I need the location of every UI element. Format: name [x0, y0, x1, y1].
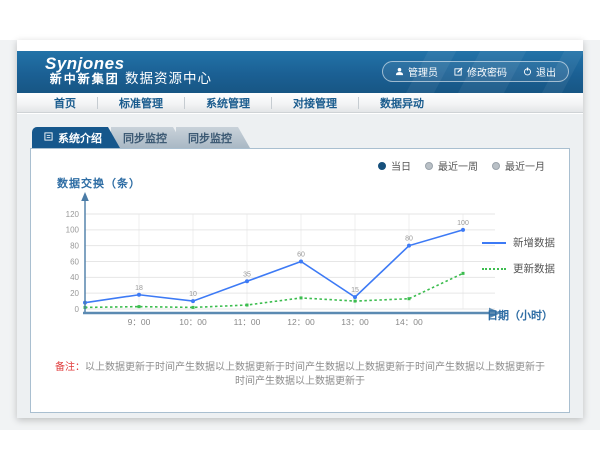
radio-option-3[interactable]: 最近一月 — [492, 158, 545, 173]
svg-text:100: 100 — [66, 226, 80, 235]
tab-label: 系统介绍 — [58, 130, 102, 146]
x-axis-title: 日期（小时） — [487, 307, 553, 323]
radio-label: 当日 — [391, 158, 411, 173]
nav-item-4[interactable]: 对接管理 — [272, 95, 358, 111]
nav-item-2[interactable]: 标准管理 — [98, 95, 184, 111]
svg-text:60: 60 — [297, 252, 305, 259]
tab-2[interactable]: 同步监控 — [111, 127, 185, 148]
svg-text:0: 0 — [75, 305, 80, 314]
company-logo: Synjones 新中新集团 — [45, 55, 125, 85]
tab-label: 同步监控 — [188, 130, 232, 146]
tab-3[interactable]: 同步监控 — [176, 127, 250, 148]
svg-text:9：00: 9：00 — [128, 317, 151, 327]
time-range-filter: 当日 最近一周 最近一月 — [378, 158, 545, 173]
logout-button[interactable]: 退出 — [523, 64, 556, 79]
nav-item-5[interactable]: 数据异动 — [359, 95, 445, 111]
svg-text:40: 40 — [70, 273, 79, 282]
svg-text:12：00: 12：00 — [287, 317, 315, 327]
svg-text:11：00: 11：00 — [234, 317, 261, 327]
user-icon — [395, 67, 404, 76]
svg-text:80: 80 — [405, 236, 413, 243]
footnote: 备注：以上数据更新于时间产生数据以上数据更新于时间产生数据以上数据更新于时间产生… — [31, 361, 569, 389]
legend-line-sample — [482, 242, 506, 244]
header-bar: Synjones 新中新集团 数据资源中心 管理员 修改密码 — [17, 51, 583, 93]
power-icon — [523, 67, 532, 76]
page: Synjones 新中新集团 数据资源中心 管理员 修改密码 — [17, 40, 583, 418]
legend-item-1: 新增数据 — [482, 235, 555, 250]
app-viewport: Synjones 新中新集团 数据资源中心 管理员 修改密码 — [0, 40, 600, 430]
radio-dot — [378, 162, 386, 170]
radio-option-1[interactable]: 当日 — [378, 158, 411, 173]
current-user-button[interactable]: 管理员 — [395, 64, 438, 79]
user-toolbar: 管理员 修改密码 退出 — [382, 61, 569, 82]
logout-label: 退出 — [536, 64, 556, 79]
legend-label: 新增数据 — [513, 235, 555, 250]
edit-icon — [454, 67, 463, 76]
svg-text:60: 60 — [70, 257, 79, 266]
logo-chinese-name: 新中新集团 — [45, 73, 125, 86]
svg-text:10: 10 — [189, 291, 197, 298]
chart-panel: 当日最近一周最近一月 数据交换（条） 0204060801001209：0010… — [30, 148, 570, 413]
footnote-text: 以上数据更新于时间产生数据以上数据更新于时间产生数据以上数据更新于时间产生数据以… — [85, 362, 545, 387]
svg-text:10：00: 10：00 — [179, 317, 207, 327]
change-password-label: 修改密码 — [467, 64, 507, 79]
radio-dot — [425, 162, 433, 170]
chart-legend: 新增数据更新数据 — [482, 235, 555, 276]
legend-item-2: 更新数据 — [482, 261, 555, 276]
change-password-button[interactable]: 修改密码 — [454, 64, 507, 79]
svg-text:13：00: 13：00 — [341, 317, 369, 327]
tab-1[interactable]: 系统介绍 — [32, 127, 120, 148]
data-exchange-line-chart: 0 20 40 60 80 100 120 9：00 10：00 11：00 12：00 13：00 1… — [45, 189, 515, 341]
legend-line-sample — [482, 268, 506, 270]
radio-dot — [492, 162, 500, 170]
logo-wordmark: Synjones — [45, 55, 125, 73]
radio-label: 最近一周 — [438, 158, 478, 173]
chart-wrap: 0 20 40 60 80 100 120 9：00 10：00 11：00 12：00 13：00 1… — [45, 189, 515, 346]
svg-text:18: 18 — [135, 285, 143, 292]
svg-text:100: 100 — [457, 220, 469, 227]
document-icon — [44, 132, 53, 144]
footnote-prefix: 备注： — [55, 362, 85, 373]
svg-text:20: 20 — [70, 289, 79, 298]
svg-text:80: 80 — [70, 241, 79, 250]
nav-menu: 首页标准管理系统管理对接管理数据异动 — [17, 93, 583, 113]
svg-text:15: 15 — [351, 287, 359, 294]
current-user-label: 管理员 — [408, 64, 438, 79]
radio-option-2[interactable]: 最近一周 — [425, 158, 478, 173]
svg-text:120: 120 — [66, 210, 80, 219]
svg-text:14：00: 14：00 — [395, 317, 423, 327]
tab-label: 同步监控 — [123, 130, 167, 146]
svg-text:35: 35 — [243, 271, 251, 278]
legend-label: 更新数据 — [513, 261, 555, 276]
content-area: 系统介绍同步监控同步监控 当日最近一周最近一月 数据交换（条） 02040608… — [17, 114, 583, 418]
tab-bar: 系统介绍 同步监控 同步监控 — [32, 127, 570, 148]
page-title: 数据资源中心 — [125, 67, 212, 87]
radio-label: 最近一月 — [505, 158, 545, 173]
nav-item-1[interactable]: 首页 — [33, 95, 97, 111]
nav-item-3[interactable]: 系统管理 — [185, 95, 271, 111]
